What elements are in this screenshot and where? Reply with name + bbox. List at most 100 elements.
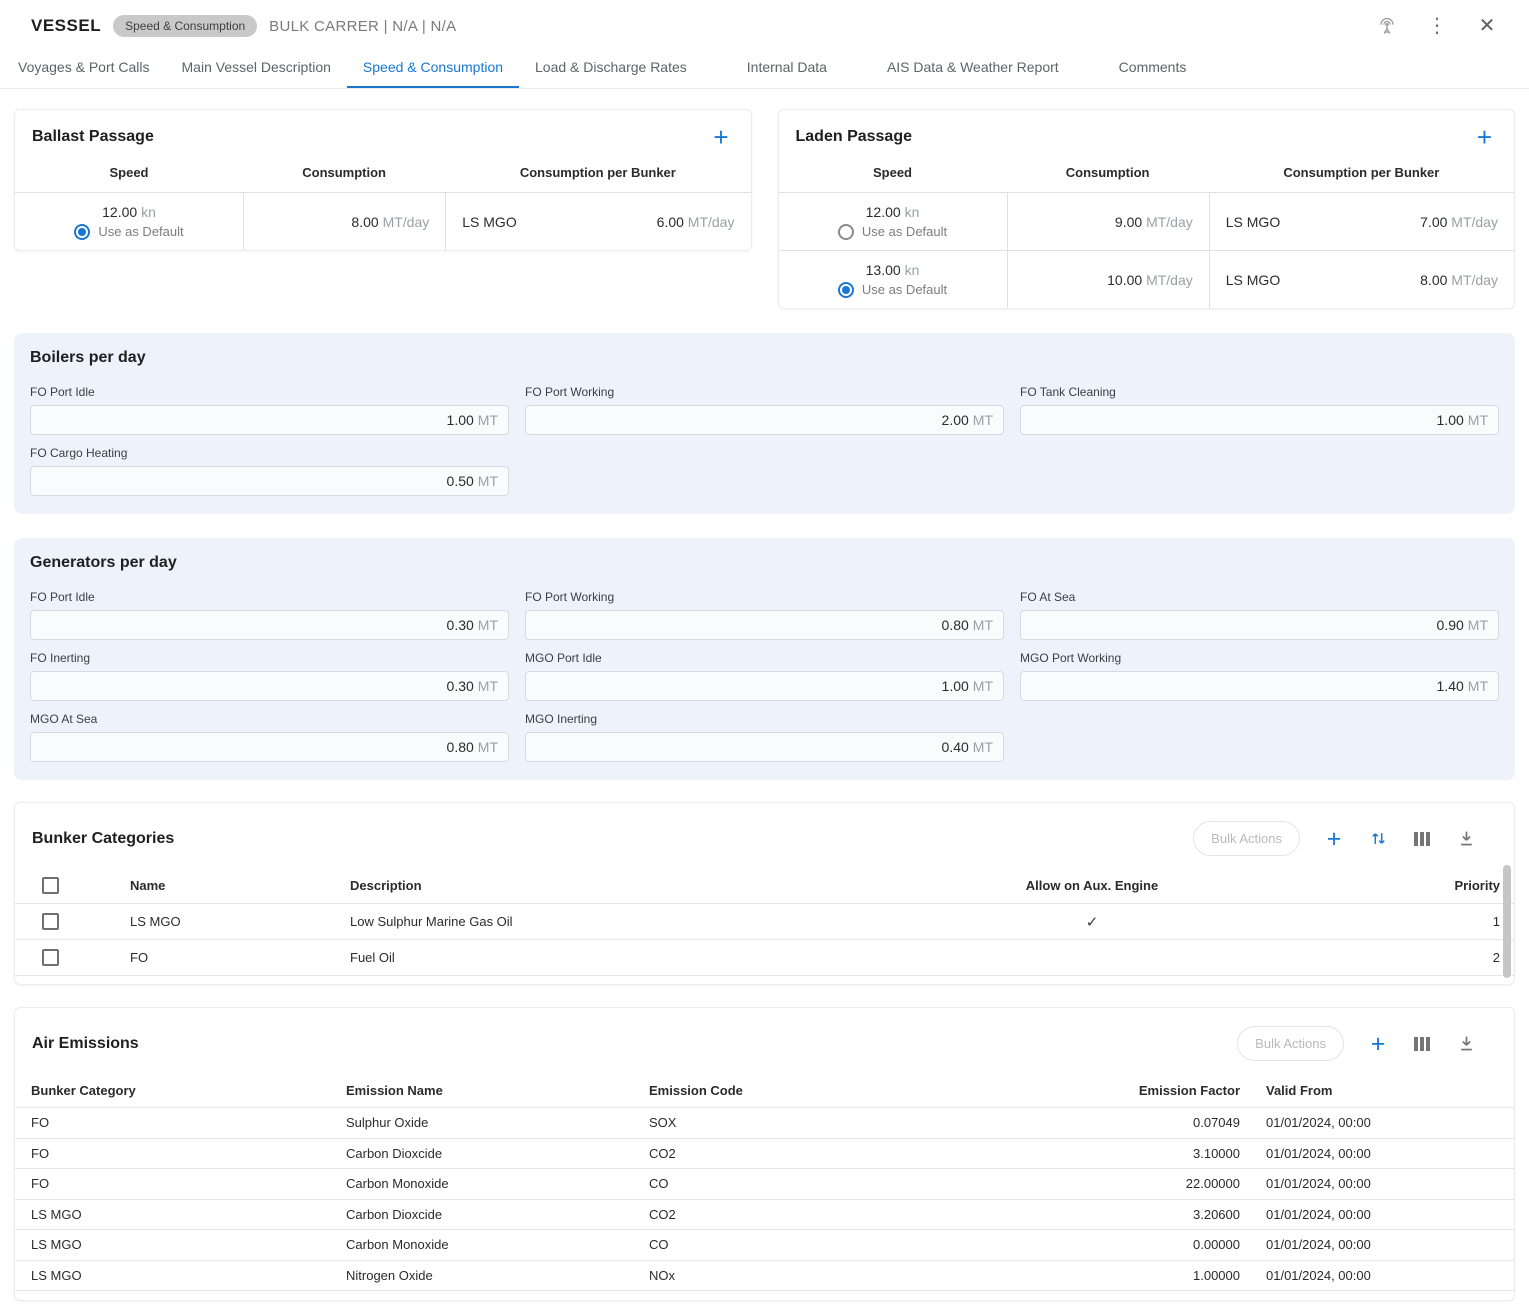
gen-fo-port-idle-input[interactable]: 0.30MT: [30, 610, 509, 640]
tab-main-vessel-description[interactable]: Main Vessel Description: [166, 44, 347, 88]
sort-icon[interactable]: [1368, 829, 1388, 849]
radio-selected-icon[interactable]: [74, 224, 90, 240]
tab-comments[interactable]: Comments: [1103, 44, 1203, 88]
gen-mgo-inerting-input[interactable]: 0.40MT: [525, 732, 1004, 762]
field-mgo-inerting: MGO Inerting 0.40MT: [525, 712, 1004, 762]
column-header-speed: Speed: [779, 165, 1007, 180]
scrollbar-thumb[interactable]: [1503, 865, 1511, 978]
scrollbar[interactable]: [1503, 865, 1511, 978]
generators-per-day-section: Generators per day FO Port Idle 0.30MT F…: [14, 538, 1515, 780]
bulk-actions-button[interactable]: Bulk Actions: [1193, 821, 1300, 856]
column-header-priority: Priority: [1394, 878, 1514, 893]
fo-tank-cleaning-input[interactable]: 1.00MT: [1020, 405, 1499, 435]
table-row[interactable]: FO Sulphur Oxide SOX 0.07049 01/01/2024,…: [15, 1107, 1514, 1138]
column-header-name: Name: [130, 878, 350, 893]
consumption-per-bunker-value: LS MGO 6.00 MT/day: [445, 193, 750, 250]
column-header-emission-code: Emission Code: [649, 1083, 1020, 1098]
row-checkbox[interactable]: [42, 913, 59, 930]
table-row[interactable]: LS MGO Carbon Monoxide CO 0.00000 01/01/…: [15, 1229, 1514, 1260]
tab-voyages-port-calls[interactable]: Voyages & Port Calls: [2, 44, 166, 88]
consumption-value: 9.00 MT/day: [1007, 193, 1209, 250]
bulk-actions-button[interactable]: Bulk Actions: [1237, 1026, 1344, 1061]
columns-icon[interactable]: [1412, 1034, 1432, 1054]
boilers-per-day-section: Boilers per day FO Port Idle 1.00MT FO P…: [14, 333, 1515, 514]
row-checkbox[interactable]: [42, 949, 59, 966]
column-header-description: Description: [350, 878, 790, 893]
laden-speed-row[interactable]: 12.00 kn Use as Default 9.00 MT/day LS M…: [779, 193, 1515, 250]
gen-mgo-at-sea-input[interactable]: 0.80MT: [30, 732, 509, 762]
field-fo-port-working: FO Port Working 0.80MT: [525, 590, 1004, 640]
air-emissions-title: Air Emissions: [32, 1035, 139, 1053]
bunker-categories-card: Bunker Categories Bulk Actions + Name De…: [14, 802, 1515, 985]
speed-value: 12.00 kn: [102, 204, 156, 220]
vessel-subtitle: BULK CARRER | N/A | N/A: [269, 18, 456, 35]
ballast-speed-row[interactable]: 12.00 kn Use as Default 8.00 MT/day LS M…: [15, 193, 751, 250]
air-emissions-card: Air Emissions Bulk Actions + Bunker Cate…: [14, 1007, 1515, 1301]
add-laden-speed-button[interactable]: +: [1477, 127, 1492, 147]
field-fo-port-idle: FO Port Idle 0.30MT: [30, 590, 509, 640]
fo-port-idle-input[interactable]: 1.00MT: [30, 405, 509, 435]
field-fo-port-idle: FO Port Idle 1.00MT: [30, 385, 509, 435]
consumption-per-bunker-value: LS MGO 7.00 MT/day: [1209, 193, 1514, 250]
field-mgo-port-idle: MGO Port Idle 1.00MT: [525, 651, 1004, 701]
field-fo-port-working: FO Port Working 2.00MT: [525, 385, 1004, 435]
column-header-speed: Speed: [15, 165, 243, 180]
bunker-categories-title: Bunker Categories: [32, 830, 174, 848]
table-row[interactable]: LS MGO Carbon Dioxcide CO2 3.20600 01/01…: [15, 1199, 1514, 1230]
tab-internal-data[interactable]: Internal Data: [731, 44, 843, 88]
column-header-valid-from: Valid From: [1240, 1083, 1498, 1098]
download-icon[interactable]: [1456, 1034, 1476, 1054]
field-fo-at-sea: FO At Sea 0.90MT: [1020, 590, 1499, 640]
tab-ais-data-weather-report[interactable]: AIS Data & Weather Report: [871, 44, 1075, 88]
generators-title: Generators per day: [30, 554, 1499, 572]
broadcast-icon[interactable]: [1375, 14, 1399, 38]
add-ballast-speed-button[interactable]: +: [713, 127, 728, 147]
consumption-per-bunker-value: LS MGO 8.00 MT/day: [1209, 251, 1514, 308]
gen-fo-at-sea-input[interactable]: 0.90MT: [1020, 610, 1499, 640]
column-header-consumption: Consumption: [243, 165, 445, 180]
gen-mgo-port-idle-input[interactable]: 1.00MT: [525, 671, 1004, 701]
download-icon[interactable]: [1456, 829, 1476, 849]
allow-aux-check-icon: ✓: [790, 913, 1394, 931]
gen-fo-port-working-input[interactable]: 0.80MT: [525, 610, 1004, 640]
use-as-default-radio[interactable]: Use as Default: [74, 224, 183, 240]
laden-passage-card: Laden Passage + Speed Consumption Consum…: [778, 109, 1516, 309]
close-icon[interactable]: ✕: [1475, 14, 1499, 38]
table-row-fo[interactable]: FO Fuel Oil 2: [15, 940, 1514, 976]
field-mgo-port-working: MGO Port Working 1.40MT: [1020, 651, 1499, 701]
bunker-table-header: Name Description Allow on Aux. Engine Pr…: [15, 868, 1514, 904]
speed-value: 13.00 kn: [866, 262, 920, 278]
speed-value: 12.00 kn: [866, 204, 920, 220]
field-fo-inerting: FO Inerting 0.30MT: [30, 651, 509, 701]
gen-fo-inerting-input[interactable]: 0.30MT: [30, 671, 509, 701]
table-row[interactable]: FO Carbon Monoxide CO 22.00000 01/01/202…: [15, 1168, 1514, 1199]
table-row[interactable]: LS MGO Nitrogen Oxide NOx 1.00000 01/01/…: [15, 1260, 1514, 1291]
more-menu-icon[interactable]: ⋮: [1425, 14, 1449, 38]
tab-load-discharge-rates[interactable]: Load & Discharge Rates: [519, 44, 703, 88]
table-row-ls-mgo[interactable]: LS MGO Low Sulphur Marine Gas Oil ✓ 1: [15, 904, 1514, 940]
laden-passage-title: Laden Passage: [796, 128, 913, 146]
column-header-consumption: Consumption: [1007, 165, 1209, 180]
fo-port-working-input[interactable]: 2.00MT: [525, 405, 1004, 435]
tab-speed-consumption[interactable]: Speed & Consumption: [347, 44, 519, 88]
add-bunker-category-button[interactable]: +: [1324, 829, 1344, 849]
page-title: VESSEL: [31, 16, 101, 36]
columns-icon[interactable]: [1412, 829, 1432, 849]
select-all-checkbox[interactable]: [42, 877, 59, 894]
use-as-default-radio[interactable]: Use as Default: [838, 282, 947, 298]
use-as-default-radio[interactable]: Use as Default: [838, 224, 947, 240]
gen-mgo-port-working-input[interactable]: 1.40MT: [1020, 671, 1499, 701]
radio-unselected-icon[interactable]: [838, 224, 854, 240]
fo-cargo-heating-input[interactable]: 0.50MT: [30, 466, 509, 496]
laden-speed-row[interactable]: 13.00 kn Use as Default 10.00 MT/day LS …: [779, 250, 1515, 308]
consumption-value: 8.00 MT/day: [243, 193, 445, 250]
add-air-emission-button[interactable]: +: [1368, 1034, 1388, 1054]
column-header-consumption-per-bunker: Consumption per Bunker: [1209, 165, 1514, 180]
consumption-value: 10.00 MT/day: [1007, 251, 1209, 308]
table-row[interactable]: FO Carbon Dioxcide CO2 3.10000 01/01/202…: [15, 1138, 1514, 1169]
context-badge: Speed & Consumption: [113, 15, 257, 37]
radio-selected-icon[interactable]: [838, 282, 854, 298]
ballast-passage-title: Ballast Passage: [32, 128, 154, 146]
ballast-passage-card: Ballast Passage + Speed Consumption Cons…: [14, 109, 752, 251]
field-fo-cargo-heating: FO Cargo Heating 0.50MT: [30, 446, 509, 496]
